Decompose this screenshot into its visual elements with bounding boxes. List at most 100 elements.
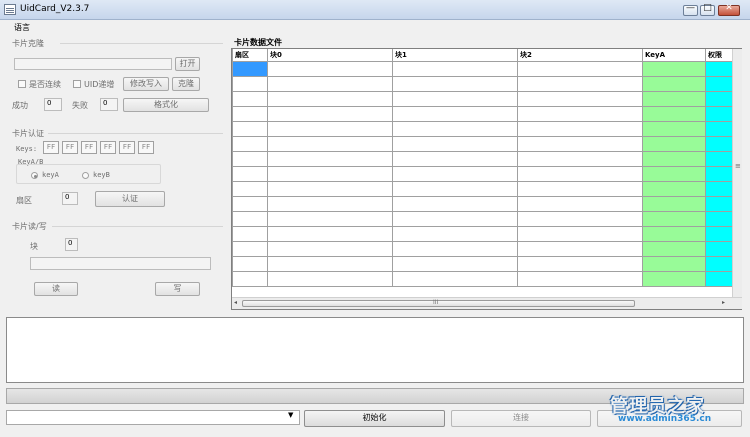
table-cell[interactable]: [705, 256, 733, 272]
table-cell[interactable]: [392, 256, 518, 272]
table-cell[interactable]: [705, 151, 733, 167]
write-button[interactable]: 写: [155, 282, 200, 296]
table-cell[interactable]: [642, 151, 706, 167]
open-button[interactable]: 打开: [175, 57, 200, 71]
table-cell[interactable]: [267, 121, 393, 137]
minimize-button[interactable]: —: [683, 3, 698, 16]
table-cell[interactable]: [267, 181, 393, 197]
table-cell[interactable]: [232, 76, 268, 92]
table-cell[interactable]: [232, 181, 268, 197]
continuous-checkbox[interactable]: [18, 80, 26, 88]
table-row[interactable]: [232, 256, 733, 272]
table-cell[interactable]: [392, 166, 518, 182]
table-cell[interactable]: [517, 151, 643, 167]
table-cell[interactable]: [232, 136, 268, 152]
table-row[interactable]: [232, 136, 733, 152]
key-byte-4[interactable]: FF: [100, 141, 116, 154]
scroll-right-icon[interactable]: ▸: [722, 299, 725, 306]
table-row[interactable]: [232, 226, 733, 242]
table-row[interactable]: [232, 91, 733, 107]
log-output[interactable]: [6, 317, 744, 383]
table-row[interactable]: [232, 166, 733, 182]
table-row[interactable]: [232, 151, 733, 167]
table-row[interactable]: [232, 181, 733, 197]
keyb-radio[interactable]: [82, 172, 89, 179]
table-cell[interactable]: [705, 196, 733, 212]
table-cell[interactable]: [705, 121, 733, 137]
table-cell[interactable]: [232, 106, 268, 122]
card-data-grid[interactable]: 扇区 块0 块1 块2 KeyA 权限 ≡ ◂ III ▸: [231, 48, 742, 310]
init-button[interactable]: 初始化: [304, 410, 445, 427]
format-button[interactable]: 格式化: [123, 98, 209, 112]
table-cell[interactable]: [642, 256, 706, 272]
table-cell[interactable]: [267, 91, 393, 107]
close-button[interactable]: ✕: [718, 3, 740, 16]
table-cell[interactable]: [267, 166, 393, 182]
table-cell[interactable]: [267, 106, 393, 122]
table-cell[interactable]: [517, 271, 643, 287]
key-byte-2[interactable]: FF: [62, 141, 78, 154]
auth-sector-field[interactable]: 0: [62, 192, 78, 205]
key-byte-5[interactable]: FF: [119, 141, 135, 154]
table-cell[interactable]: [392, 106, 518, 122]
col-block0[interactable]: 块0: [267, 49, 393, 62]
table-cell[interactable]: [232, 61, 268, 77]
table-cell[interactable]: [642, 91, 706, 107]
maximize-button[interactable]: □: [700, 3, 715, 16]
table-cell[interactable]: [705, 91, 733, 107]
keya-radio[interactable]: [31, 172, 38, 179]
port-select[interactable]: [6, 410, 300, 425]
block-field[interactable]: 0: [65, 238, 78, 251]
table-row[interactable]: [232, 76, 733, 92]
table-cell[interactable]: [642, 136, 706, 152]
table-cell[interactable]: [267, 136, 393, 152]
table-cell[interactable]: [705, 61, 733, 77]
col-block2[interactable]: 块2: [517, 49, 643, 62]
table-cell[interactable]: [517, 166, 643, 182]
table-cell[interactable]: [517, 136, 643, 152]
table-cell[interactable]: [642, 211, 706, 227]
table-cell[interactable]: [267, 61, 393, 77]
table-cell[interactable]: [642, 181, 706, 197]
col-keya[interactable]: KeyA: [642, 49, 706, 62]
table-cell[interactable]: [517, 76, 643, 92]
table-cell[interactable]: [705, 226, 733, 242]
table-cell[interactable]: [705, 166, 733, 182]
table-cell[interactable]: [267, 256, 393, 272]
table-cell[interactable]: [642, 106, 706, 122]
table-row[interactable]: [232, 271, 733, 287]
table-cell[interactable]: [392, 136, 518, 152]
table-cell[interactable]: [642, 196, 706, 212]
table-cell[interactable]: [267, 196, 393, 212]
table-cell[interactable]: [267, 76, 393, 92]
block-data-field[interactable]: [30, 257, 211, 270]
table-cell[interactable]: [517, 61, 643, 77]
table-cell[interactable]: [267, 226, 393, 242]
table-cell[interactable]: [642, 241, 706, 257]
table-cell[interactable]: [232, 121, 268, 137]
table-cell[interactable]: [267, 211, 393, 227]
hscroll-thumb[interactable]: III: [242, 299, 635, 307]
table-row[interactable]: [232, 241, 733, 257]
col-block1[interactable]: 块1: [392, 49, 518, 62]
table-cell[interactable]: [232, 271, 268, 287]
clone-button[interactable]: 克隆: [172, 77, 200, 91]
col-permission[interactable]: 权限: [705, 49, 733, 62]
table-row[interactable]: [232, 196, 733, 212]
port-select-arrow-icon[interactable]: ▼: [288, 411, 293, 419]
table-row[interactable]: [232, 61, 733, 77]
key-byte-1[interactable]: FF: [43, 141, 59, 154]
table-cell[interactable]: [232, 226, 268, 242]
uid-increment-checkbox[interactable]: [73, 80, 81, 88]
table-cell[interactable]: [705, 181, 733, 197]
key-byte-6[interactable]: FF: [138, 141, 154, 154]
table-cell[interactable]: [392, 91, 518, 107]
table-row[interactable]: [232, 106, 733, 122]
table-cell[interactable]: [392, 61, 518, 77]
table-cell[interactable]: [705, 136, 733, 152]
table-cell[interactable]: [517, 121, 643, 137]
table-cell[interactable]: [517, 226, 643, 242]
table-cell[interactable]: [392, 226, 518, 242]
table-cell[interactable]: [267, 271, 393, 287]
table-cell[interactable]: [517, 241, 643, 257]
